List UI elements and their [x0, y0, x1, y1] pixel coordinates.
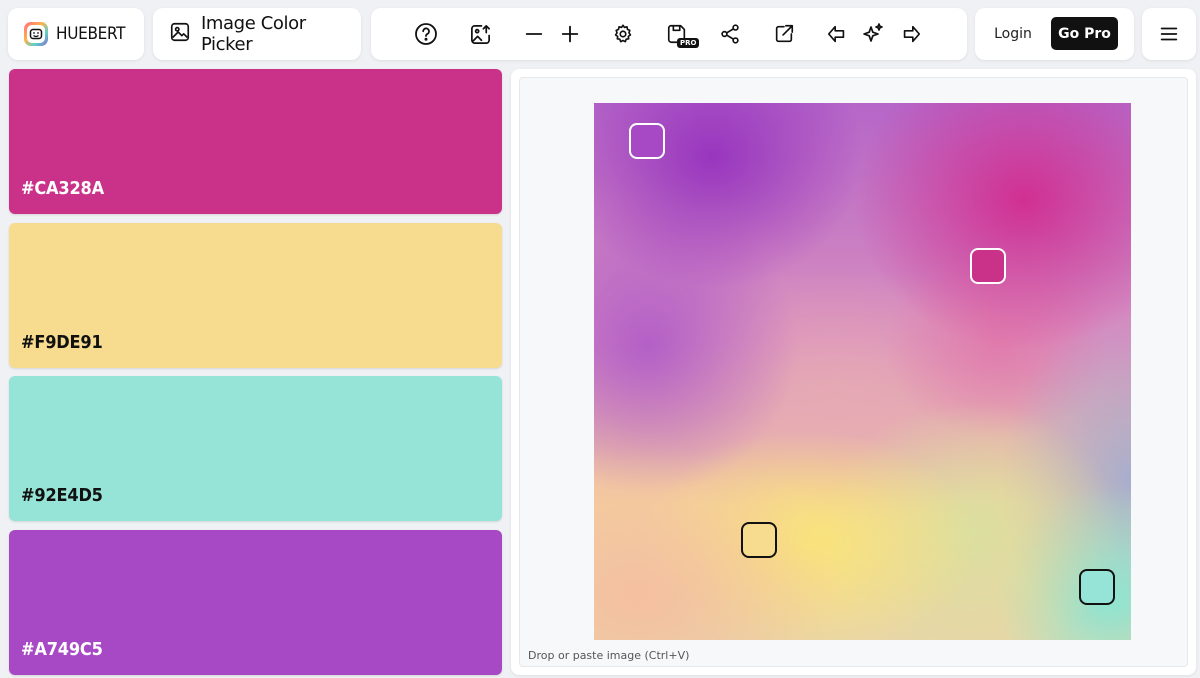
- swatch-2[interactable]: #F9DE91: [9, 223, 502, 368]
- color-picker-handle-1[interactable]: [970, 248, 1006, 284]
- share-button[interactable]: [718, 22, 742, 46]
- image-icon: [169, 21, 191, 47]
- swatch-hex-label: #92E4D5: [21, 485, 103, 506]
- arrow-right-icon: [903, 25, 921, 43]
- tool-title: Image Color Picker: [201, 13, 306, 55]
- zoom-in-button[interactable]: [558, 22, 582, 46]
- redo-button[interactable]: [899, 22, 923, 46]
- toolbar: PRO: [371, 8, 967, 60]
- drop-zone[interactable]: Drop or paste image (Ctrl+V): [519, 77, 1188, 667]
- menu-button[interactable]: [1142, 8, 1196, 60]
- settings-button[interactable]: [611, 22, 635, 46]
- brand-logo[interactable]: HUEBERT: [8, 8, 144, 60]
- help-button[interactable]: [414, 22, 438, 46]
- hamburger-menu-icon: [1160, 27, 1178, 41]
- color-picker-handle-2[interactable]: [741, 522, 777, 558]
- swatch-1[interactable]: #CA328A: [9, 69, 502, 214]
- source-image[interactable]: [594, 103, 1131, 640]
- upload-image-button[interactable]: [468, 22, 492, 46]
- color-picker-handle-3[interactable]: [1079, 569, 1115, 605]
- image-canvas-panel: Drop or paste image (Ctrl+V): [511, 69, 1196, 675]
- help-circle-icon: [415, 23, 437, 45]
- image-upload-icon: [470, 24, 490, 44]
- sparkles-icon: [863, 23, 883, 42]
- pro-badge: PRO: [677, 38, 700, 48]
- zoom-out-button[interactable]: [522, 22, 546, 46]
- share-icon: [721, 24, 739, 44]
- gear-icon: [614, 24, 632, 43]
- swatch-hex-label: #F9DE91: [21, 332, 103, 353]
- drop-hint: Drop or paste image (Ctrl+V): [528, 649, 690, 662]
- huebert-logo-icon: [24, 22, 48, 46]
- brand-name: HUEBERT: [56, 24, 126, 44]
- swatch-hex-label: #CA328A: [21, 178, 104, 199]
- minus-icon: [525, 33, 543, 35]
- login-button[interactable]: Login: [985, 18, 1041, 50]
- arrow-left-icon: [827, 25, 845, 43]
- auth-panel: Login Go Pro: [975, 8, 1134, 60]
- swatch-hex-label: #A749C5: [21, 639, 103, 660]
- undo-button[interactable]: [825, 22, 849, 46]
- external-link-icon: [775, 24, 794, 43]
- swatch-3[interactable]: #92E4D5: [9, 376, 502, 521]
- color-picker-handle-4[interactable]: [629, 123, 665, 159]
- go-pro-button[interactable]: Go Pro: [1051, 17, 1118, 50]
- tool-selector[interactable]: Image Color Picker: [153, 8, 361, 60]
- swatch-4[interactable]: #A749C5: [9, 530, 502, 675]
- save-button[interactable]: PRO: [665, 22, 700, 48]
- generate-button[interactable]: [861, 22, 885, 46]
- plus-icon: [561, 25, 579, 43]
- open-external-button[interactable]: [772, 22, 796, 46]
